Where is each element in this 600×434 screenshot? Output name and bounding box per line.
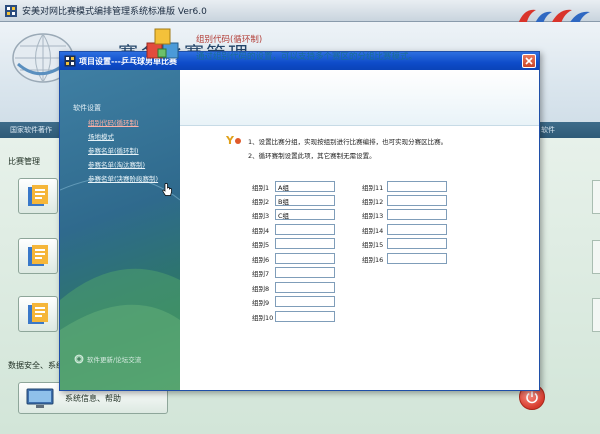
group-9-input[interactable]	[275, 296, 335, 307]
nav-footer-label: 软件更新/论坛交流	[87, 356, 142, 364]
group-label: 组别3	[252, 212, 270, 220]
forum-icon	[74, 354, 84, 364]
group-label: 组别1	[252, 184, 270, 192]
group-label: 组别9	[252, 299, 270, 307]
monitor-icon	[26, 388, 54, 408]
group-8-input[interactable]	[275, 282, 335, 293]
panel-content	[180, 127, 539, 390]
power-icon	[526, 391, 538, 404]
group-7-input[interactable]	[275, 267, 335, 278]
group-label: 组别15	[362, 241, 384, 249]
mouse-cursor-icon	[162, 183, 172, 196]
app-logo-icon	[5, 4, 17, 17]
schedule-icon	[28, 185, 48, 206]
group-12-input[interactable]	[387, 195, 447, 206]
close-icon	[525, 57, 533, 65]
panel-description: 通过组别代码的设置，可以支持多个赛区的分组比赛模式。	[196, 52, 418, 62]
right-tile-1[interactable]	[592, 180, 600, 214]
dialog-close-button[interactable]	[522, 54, 536, 68]
dialog-nav-panel: 软件设置 组别代码(循环制) 场地模式 参赛名单(循环制) 参赛名单(淘汰赛制)…	[60, 70, 180, 390]
section-match-label: 比赛管理	[8, 157, 40, 166]
project-settings-dialog: 项目设置---乒乓球男单比赛 软件设置 组别代码(循环制) 场地模式 参赛名单(…	[59, 51, 540, 391]
nav-item-venue-mode[interactable]: 场地模式	[88, 131, 114, 141]
copyright-text: 国家软件著作	[10, 126, 52, 134]
group-label: 组别11	[362, 184, 384, 192]
group-label: 组别4	[252, 227, 270, 235]
cubes-icon	[146, 28, 179, 59]
group-label: 组别10	[252, 314, 274, 322]
schedule-icon	[28, 303, 48, 324]
system-info-label: 系统信息、帮助	[65, 393, 121, 403]
group-15-input[interactable]	[387, 238, 447, 249]
group-1-input[interactable]	[275, 181, 335, 192]
group-label: 组别12	[362, 198, 384, 206]
nav-item-roster-round-robin[interactable]: 参赛名单(循环制)	[88, 145, 139, 155]
nav-section-title: 软件设置	[73, 104, 101, 112]
group-label: 组别13	[362, 212, 384, 220]
group-label: 组别6	[252, 256, 270, 264]
nav-item-roster-final-stage[interactable]: 参赛名单(决赛阶段赛制)	[88, 173, 158, 183]
group-16-input[interactable]	[387, 253, 447, 264]
group-10-input[interactable]	[275, 311, 335, 322]
nav-footer-link[interactable]: 软件更新/论坛交流	[74, 354, 141, 364]
note-1: 1、设置比赛分组，实现按组别进行比赛编排，也可实现分赛区比赛。	[248, 138, 448, 146]
right-tile-2[interactable]	[592, 240, 600, 274]
schedule-icon	[28, 245, 48, 266]
group-5-input[interactable]	[275, 238, 335, 249]
app-title: 安美对网比赛模式编排管理系统标准版 Ver6.0	[22, 7, 207, 17]
group-label: 组别8	[252, 285, 270, 293]
match-tile-2[interactable]	[18, 238, 58, 274]
tip-icon: Y	[226, 134, 241, 147]
nav-item-group-code[interactable]: 组别代码(循环制)	[88, 117, 139, 127]
group-6-input[interactable]	[275, 253, 335, 264]
group-4-input[interactable]	[275, 224, 335, 235]
panel-header	[180, 70, 539, 126]
group-label: 组别5	[252, 241, 270, 249]
group-label: 组别7	[252, 270, 270, 278]
dialog-app-icon	[64, 55, 76, 67]
app-titlebar: 安美对网比赛模式编排管理系统标准版 Ver6.0	[0, 0, 600, 22]
group-label: 组别14	[362, 227, 384, 235]
group-11-input[interactable]	[387, 181, 447, 192]
group-label: 组别2	[252, 198, 270, 206]
panel-title: 组别代码(循环制)	[196, 35, 263, 45]
group-13-input[interactable]	[387, 209, 447, 220]
group-label: 组别16	[362, 256, 384, 264]
svg-text:Y: Y	[226, 134, 235, 147]
group-14-input[interactable]	[387, 224, 447, 235]
note-2: 2、循环赛制设置此项，其它赛制无需设置。	[248, 152, 376, 160]
group-2-input[interactable]	[275, 195, 335, 206]
match-tile-1[interactable]	[18, 178, 58, 214]
section-data-label: 数据安全、系统	[8, 361, 64, 370]
match-tile-3[interactable]	[18, 296, 58, 332]
band-right-text: 软件	[541, 126, 555, 134]
nav-item-roster-knockout[interactable]: 参赛名单(淘汰赛制)	[88, 159, 145, 169]
group-3-input[interactable]	[275, 209, 335, 220]
right-tile-3[interactable]	[592, 298, 600, 332]
